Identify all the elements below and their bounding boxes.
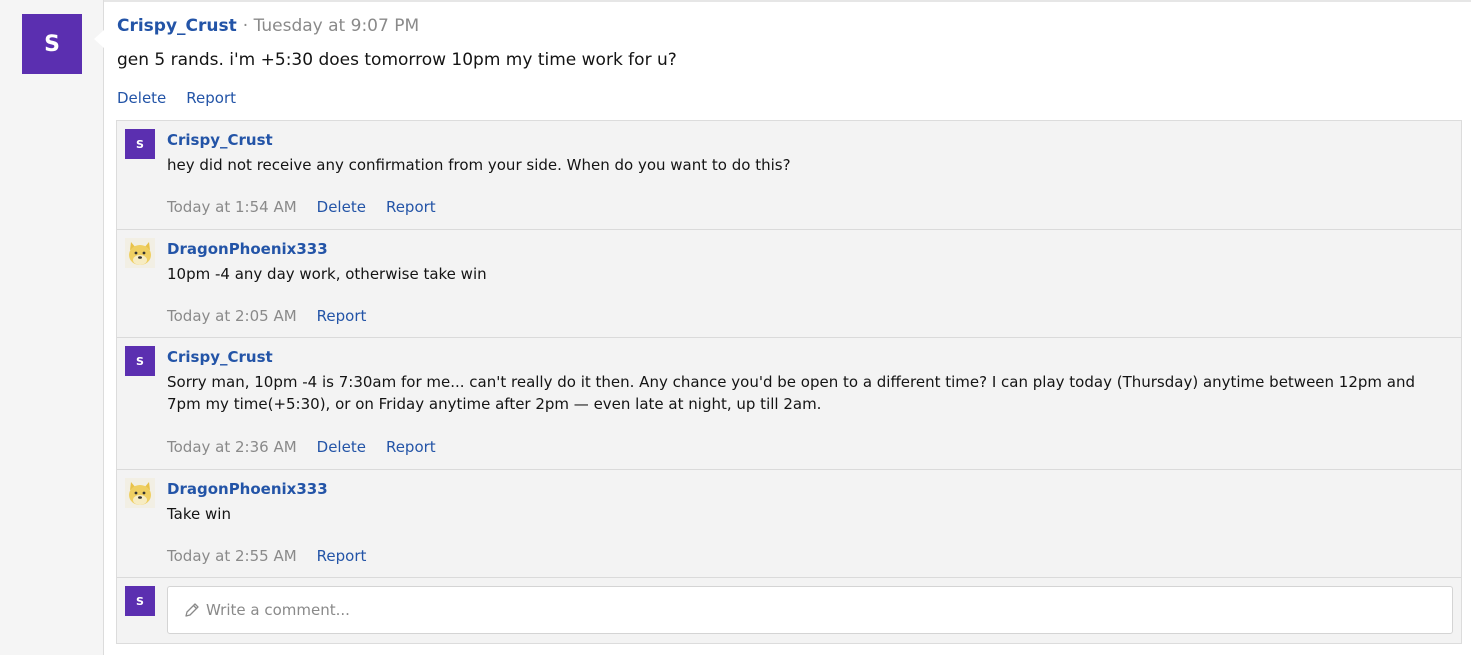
comment-meta: Today at 1:54 AM Delete Report [167,198,436,216]
doge-avatar-icon[interactable] [125,478,155,508]
comment-meta: Today at 2:55 AM Report [167,547,366,565]
comment-input-box[interactable] [167,586,1453,634]
comment-text: 10pm -4 any day work, otherwise take win [167,265,487,283]
comment-input-row: S [117,578,1461,645]
comment-text: hey did not receive any confirmation fro… [167,156,791,174]
report-button[interactable]: Report [317,307,367,325]
doge-avatar-icon[interactable] [125,238,155,268]
comment-time[interactable]: Today at 2:55 AM [167,547,297,565]
post-header: Crispy_Crust · Tuesday at 9:07 PM [117,16,419,42]
comment-item: S Crispy_Crust Sorry man, 10pm -4 is 7:3… [117,338,1461,470]
comment-time[interactable]: Today at 1:54 AM [167,198,297,216]
report-button[interactable]: Report [317,547,367,565]
comment-author-link[interactable]: Crispy_Crust [167,348,273,366]
comment-item: DragonPhoenix333 10pm -4 any day work, o… [117,230,1461,338]
report-button[interactable]: Report [186,89,236,107]
comment-item: DragonPhoenix333 Take win Today at 2:55 … [117,470,1461,578]
post-actions: Delete Report [117,89,236,107]
delete-button[interactable]: Delete [317,198,366,216]
comment-meta: Today at 2:36 AM Delete Report [167,438,436,456]
delete-button[interactable]: Delete [317,438,366,456]
bubble-arrow [94,30,104,48]
avatar-column: S [0,0,104,655]
avatar[interactable]: S [125,586,155,616]
comment-time[interactable]: Today at 2:36 AM [167,438,297,456]
comment-item: S Crispy_Crust hey did not receive any c… [117,121,1461,230]
comment-author-link[interactable]: Crispy_Crust [167,131,273,149]
separator: · [242,16,249,36]
pencil-icon [185,603,199,617]
post-author-link[interactable]: Crispy_Crust [117,16,237,36]
comment-meta: Today at 2:05 AM Report [167,307,366,325]
report-button[interactable]: Report [386,198,436,216]
avatar[interactable]: S [125,129,155,159]
comment-author-link[interactable]: DragonPhoenix333 [167,240,328,258]
post-time-text: Tuesday at 9:07 PM [253,16,420,36]
divider [104,0,1471,2]
post-time[interactable]: · Tuesday at 9:07 PM [243,16,419,36]
comment-text: Sorry man, 10pm -4 is 7:30am for me... c… [167,373,1416,413]
comment-text: Take win [167,505,231,523]
comments-section: S Crispy_Crust hey did not receive any c… [116,120,1462,644]
post-body: gen 5 rands. i'm +5:30 does tomorrow 10p… [117,50,677,70]
avatar[interactable]: S [22,14,82,74]
comment-author-link[interactable]: DragonPhoenix333 [167,480,328,498]
comment-input[interactable] [206,601,1452,619]
report-button[interactable]: Report [386,438,436,456]
comment-time[interactable]: Today at 2:05 AM [167,307,297,325]
avatar[interactable]: S [125,346,155,376]
delete-button[interactable]: Delete [117,89,166,107]
